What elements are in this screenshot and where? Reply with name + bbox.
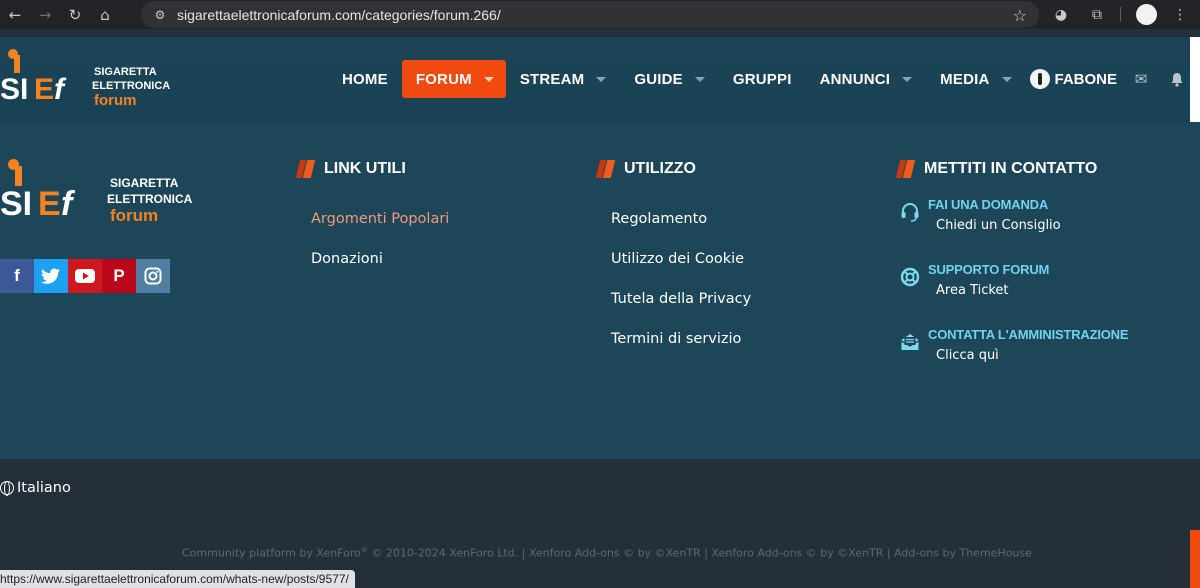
site-header: SI E f SIGARETTA ELETTRONICA forum HOME … — [0, 37, 1190, 122]
chevron-down-icon[interactable] — [596, 76, 607, 82]
profile-avatar[interactable] — [1136, 4, 1157, 25]
nav-gruppi[interactable]: GRUPPI — [719, 60, 806, 98]
facebook-icon[interactable]: f — [0, 259, 34, 293]
nav-home[interactable]: HOME — [328, 60, 402, 98]
nav-media[interactable]: MEDIA — [926, 60, 1025, 98]
user-avatar[interactable] — [1029, 69, 1050, 89]
youtube-icon[interactable] — [68, 259, 102, 293]
col-heading: METTITI IN CONTATTO — [895, 160, 1128, 178]
svg-text:f: f — [61, 185, 76, 223]
twitter-icon[interactable] — [34, 259, 68, 293]
user-menu[interactable]: FABONE — [1029, 69, 1118, 89]
instagram-icon[interactable] — [136, 259, 170, 293]
globe-icon — [0, 481, 14, 496]
link-termini[interactable]: Termini di servizio — [611, 330, 751, 370]
chevron-down-icon[interactable] — [902, 76, 913, 82]
svg-text:SI: SI — [0, 73, 28, 106]
nav-guide[interactable]: GUIDE — [620, 60, 719, 98]
contact-supporto-forum[interactable]: SUPPORTO FORUM Area Ticket — [900, 262, 1128, 327]
back-icon[interactable]: ← — [0, 0, 30, 29]
nav-stream[interactable]: STREAM — [506, 60, 621, 98]
footer-links-section: SI E f SIGARETTA ELETTRONICA forum f P L… — [0, 122, 1200, 459]
reload-icon[interactable]: ↻ — [60, 0, 90, 29]
social-links: f P — [0, 259, 170, 293]
site-info-icon[interactable]: ⚙ — [147, 8, 173, 22]
heading-accent-icon — [595, 160, 616, 178]
svg-text:ELETTRONICA: ELETTRONICA — [92, 80, 170, 92]
username[interactable]: FABONE — [1055, 71, 1118, 88]
col-heading: LINK UTILI — [295, 160, 449, 178]
scroll-to-top-tab[interactable] — [1190, 530, 1200, 588]
footer-logo[interactable]: SI E f SIGARETTA ELETTRONICA forum — [0, 157, 210, 229]
svg-text:E: E — [38, 185, 61, 223]
chevron-down-icon[interactable] — [694, 76, 705, 82]
chevron-down-icon[interactable] — [483, 76, 494, 82]
footer-bottom: Italiano Community platform by XenForo® … — [0, 459, 1200, 588]
link-donazioni[interactable]: Donazioni — [311, 250, 449, 290]
language-chooser[interactable]: Italiano — [0, 480, 71, 496]
browser-toolbar: ← → ↻ ⌂ ⚙ sigarettaelettronicaforum.com/… — [0, 0, 1200, 29]
inbox-icon[interactable]: ✉ — [1123, 60, 1159, 98]
contact-amministrazione[interactable]: CONTATTA L'AMMINISTRAZIONE Clicca quì — [900, 327, 1129, 392]
forward-icon[interactable]: → — [30, 0, 60, 29]
status-bar-url: https://www.sigarettaelettronicaforum.co… — [0, 570, 355, 588]
toolbar-divider — [1120, 7, 1121, 22]
home-icon[interactable]: ⌂ — [90, 0, 120, 29]
footer-credits: Community platform by XenForo® © 2010-20… — [182, 546, 1032, 560]
page-scrollbar[interactable] — [1190, 37, 1200, 122]
col-heading: UTILIZZO — [595, 160, 751, 178]
contact-fai-domanda[interactable]: FAI UNA DOMANDA Chiedi un Consiglio — [900, 197, 1128, 262]
link-cookie[interactable]: Utilizzo dei Cookie — [611, 250, 751, 290]
svg-text:forum: forum — [94, 92, 137, 109]
link-privacy[interactable]: Tutela della Privacy — [611, 290, 751, 330]
svg-text:SIGARETTA: SIGARETTA — [110, 176, 179, 190]
footer-col-link-utili: LINK UTILI Argomenti Popolari Donazioni — [295, 160, 449, 290]
link-argomenti-popolari[interactable]: Argomenti Popolari — [311, 210, 449, 250]
nav-forum[interactable]: FORUM — [401, 60, 506, 98]
envelope-open-icon — [900, 327, 928, 392]
headset-icon — [900, 197, 928, 262]
svg-text:E: E — [34, 73, 54, 106]
url-text[interactable]: sigarettaelettronicaforum.com/categories… — [177, 7, 501, 23]
address-bar[interactable]: ⚙ sigarettaelettronicaforum.com/categori… — [141, 1, 1039, 28]
extension-icon[interactable]: ◕ — [1047, 0, 1075, 29]
nav-annunci[interactable]: ANNUNCI — [806, 60, 927, 98]
svg-text:SIGARETTA: SIGARETTA — [94, 66, 157, 78]
footer-col-contatto: METTITI IN CONTATTO FAI UNA DOMANDA Chie… — [895, 160, 1129, 392]
svg-text:forum: forum — [110, 206, 158, 225]
chevron-down-icon[interactable] — [1001, 76, 1012, 82]
menu-kebab-icon[interactable]: ⋮ — [1166, 0, 1194, 29]
site-logo[interactable]: SI E f SIGARETTA ELETTRONICA forum — [0, 47, 185, 111]
heading-accent-icon — [895, 160, 916, 178]
heading-accent-icon — [295, 160, 316, 178]
lifebuoy-icon — [900, 262, 928, 327]
svg-text:f: f — [54, 73, 67, 106]
main-nav: HOME FORUM STREAM GUIDE GRUPPI ANNUNCI M… — [328, 59, 1200, 99]
pinterest-icon[interactable]: P — [102, 259, 136, 293]
svg-text:ELETTRONICA: ELETTRONICA — [107, 192, 193, 206]
svg-text:SI: SI — [0, 185, 32, 223]
bookmark-star-icon[interactable]: ☆ — [1013, 6, 1027, 25]
extensions-puzzle-icon[interactable]: ⧉ — [1083, 0, 1111, 29]
footer-col-utilizzo: UTILIZZO Regolamento Utilizzo dei Cookie… — [595, 160, 751, 370]
link-regolamento[interactable]: Regolamento — [611, 210, 751, 250]
